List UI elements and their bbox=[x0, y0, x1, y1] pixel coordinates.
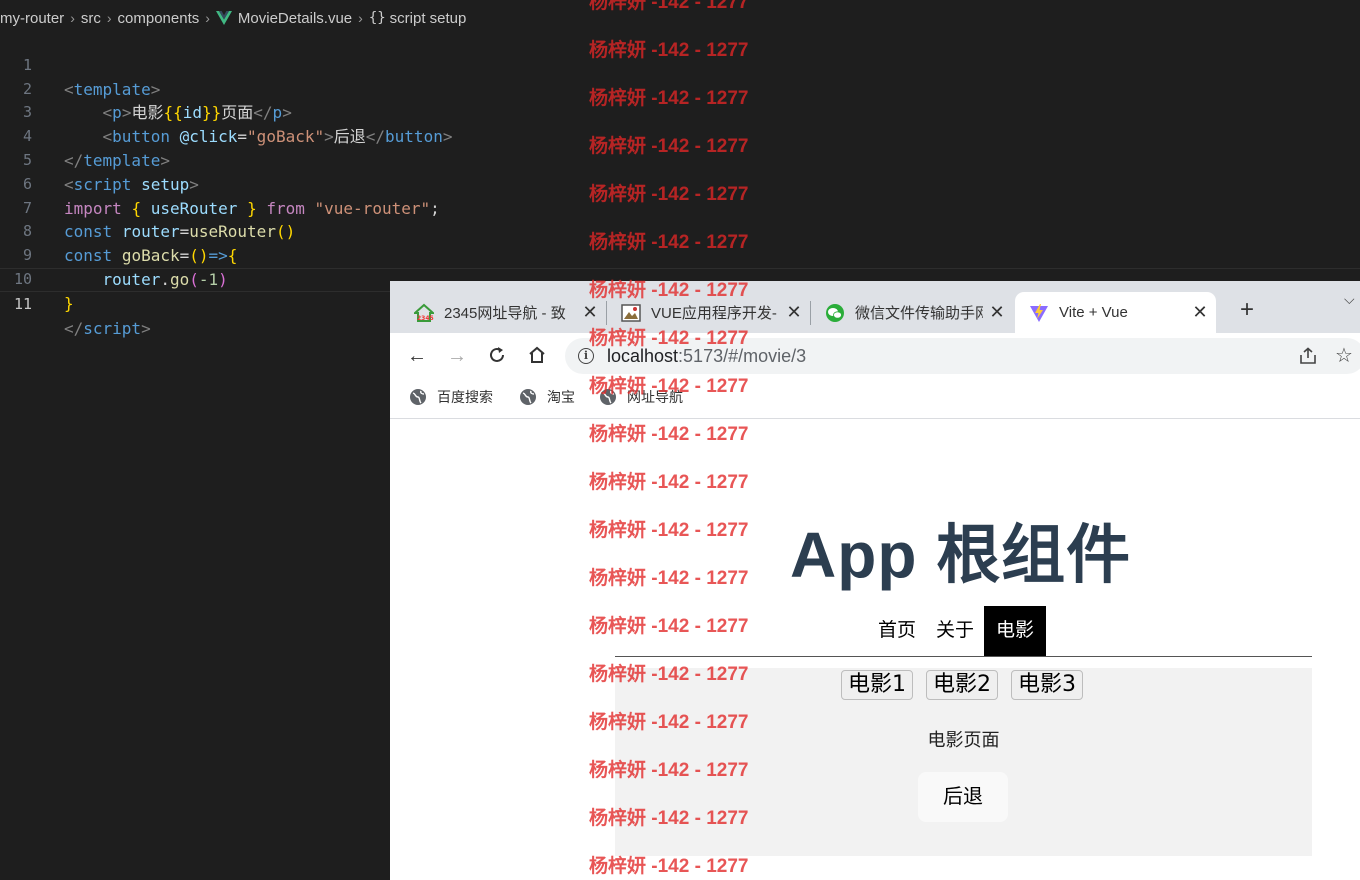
code-line: 4 </template> bbox=[0, 101, 1360, 170]
router-nav: 首页 关于 电影 bbox=[868, 606, 1047, 656]
close-icon[interactable]: ✕ bbox=[989, 303, 1005, 321]
token: > bbox=[141, 318, 151, 338]
chevron-down-icon[interactable]: ⌵ bbox=[1344, 291, 1355, 308]
url-path: :5173/#/movie/3 bbox=[678, 346, 807, 366]
svg-text:2345: 2345 bbox=[417, 315, 434, 322]
home-glyph bbox=[529, 346, 545, 363]
token: } bbox=[64, 293, 74, 313]
movie-1-button[interactable]: 电影1 bbox=[841, 670, 913, 700]
line-text: } bbox=[64, 292, 74, 316]
bookmark-taobao[interactable]: 淘宝 bbox=[519, 387, 575, 407]
globe-icon bbox=[600, 389, 616, 405]
code-line: 3 <button @click="goBack">后退</button> bbox=[0, 78, 1360, 146]
nav-link-home[interactable]: 首页 bbox=[868, 606, 926, 656]
breadcrumb: my-router › src › components › MovieDeta… bbox=[0, 6, 466, 30]
picture-icon bbox=[621, 303, 641, 322]
nav-divider bbox=[615, 656, 1312, 657]
nav-link-movie[interactable]: 电影 bbox=[984, 606, 1047, 656]
line-text: </script> bbox=[64, 317, 151, 341]
chevron-right-icon: › bbox=[205, 10, 210, 26]
code-line: 5 <script setup> bbox=[0, 125, 1360, 194]
back-arrow-icon[interactable]: ← bbox=[406, 345, 428, 367]
close-icon[interactable]: ✕ bbox=[582, 303, 598, 321]
reload-glyph bbox=[490, 347, 504, 362]
forward-arrow-icon[interactable]: → bbox=[446, 345, 468, 367]
globe-icon bbox=[520, 389, 536, 405]
share-icon[interactable] bbox=[1298, 347, 1318, 365]
new-tab-button[interactable]: + bbox=[1236, 298, 1258, 322]
home-icon[interactable] bbox=[526, 345, 548, 367]
close-icon[interactable]: ✕ bbox=[1192, 303, 1208, 321]
site-info-icon[interactable]: i bbox=[578, 348, 594, 364]
bookmark-label: 淘宝 bbox=[547, 389, 575, 405]
code-line: 10 } bbox=[0, 244, 1360, 313]
house-icon: 2345 bbox=[414, 303, 434, 322]
token: </ bbox=[64, 318, 84, 338]
browser-window: 2345 2345网址导航 - 致 ✕ VUE应用程序开发- ✕ 微信文件传输助… bbox=[390, 281, 1360, 880]
breadcrumb-label: MovieDetails.vue bbox=[237, 9, 353, 27]
braces-icon: {} bbox=[368, 10, 386, 26]
vue-file-icon bbox=[215, 11, 232, 25]
url-text[interactable]: localhost:5173/#/movie/3 bbox=[607, 346, 806, 367]
star-icon[interactable]: ☆ bbox=[1335, 343, 1353, 368]
code-line: 1 <template> bbox=[0, 30, 1360, 99]
tab-vue-course[interactable]: VUE应用程序开发- ✕ bbox=[607, 292, 810, 333]
tab-title: Vite + Vue bbox=[1059, 304, 1128, 321]
vite-logo-icon bbox=[1030, 303, 1048, 322]
movie-button-group: 电影1 电影2 电影3 bbox=[841, 670, 1096, 700]
breadcrumb-item-components[interactable]: components bbox=[118, 10, 200, 27]
breadcrumb-item-project[interactable]: my-router bbox=[0, 10, 64, 27]
bookmark-label: 百度搜索 bbox=[437, 389, 493, 405]
tab-title: 2345网址导航 - 致 bbox=[444, 305, 566, 322]
tab-wechat[interactable]: 微信文件传输助手网 ✕ bbox=[811, 292, 1013, 333]
code-line: 8 const goBack=()=>{ bbox=[0, 197, 1360, 265]
web-page: App 根组件 首页 关于 电影 电影1 电影2 电影3 电影页面 后退 bbox=[390, 420, 1360, 880]
code-area[interactable]: 1 <template> 2 <p>电影{{id}}页面</p> 3 <butt… bbox=[0, 30, 1360, 338]
breadcrumb-label: src bbox=[80, 9, 101, 27]
code-line: 9 router.go(-1) bbox=[0, 220, 1360, 289]
tab-title: 微信文件传输助手网 bbox=[855, 305, 983, 322]
movie-page-text: 电影页面 bbox=[927, 730, 1000, 750]
tab-strip: 2345 2345网址导航 - 致 ✕ VUE应用程序开发- ✕ 微信文件传输助… bbox=[390, 281, 1360, 333]
bookmark-nav[interactable]: 网址导航 bbox=[599, 387, 683, 407]
reload-icon[interactable] bbox=[486, 345, 508, 367]
address-bar[interactable]: i localhost:5173/#/movie/3 ☆ bbox=[565, 338, 1360, 374]
chevron-right-icon: › bbox=[70, 10, 75, 26]
breadcrumb-item-src[interactable]: src bbox=[81, 10, 101, 27]
page-title: App 根组件 bbox=[790, 519, 1132, 591]
breadcrumb-label: script setup bbox=[389, 9, 467, 27]
movie-3-button[interactable]: 电影3 bbox=[1011, 670, 1083, 700]
breadcrumb-item-file[interactable]: MovieDetails.vue bbox=[215, 9, 353, 27]
bookmark-label: 网址导航 bbox=[627, 389, 683, 405]
code-line: 2 <p>电影{{id}}页面</p> bbox=[0, 54, 1360, 123]
movie-2-button[interactable]: 电影2 bbox=[926, 670, 998, 700]
chevron-right-icon: › bbox=[106, 10, 112, 26]
code-line: 7 const router=useRouter() bbox=[0, 173, 1360, 242]
breadcrumb-item-symbol[interactable]: {} script setup bbox=[369, 10, 467, 27]
code-line: 6 import { useRouter } from "vue-router"… bbox=[0, 149, 1360, 218]
wechat-icon bbox=[826, 303, 844, 322]
tab-title: VUE应用程序开发- bbox=[651, 305, 777, 322]
nav-link-about[interactable]: 关于 bbox=[926, 606, 984, 656]
line-number: 11 bbox=[13, 294, 32, 313]
bookmarks-bar: 百度搜索 淘宝 网址导航 bbox=[390, 379, 1360, 419]
breadcrumb-label: my-router bbox=[0, 9, 65, 27]
token: script bbox=[83, 318, 142, 338]
movie-panel: 电影1 电影2 电影3 电影页面 后退 bbox=[615, 668, 1312, 856]
url-host: localhost bbox=[607, 346, 679, 366]
back-button[interactable]: 后退 bbox=[918, 772, 1008, 822]
chevron-right-icon: › bbox=[358, 10, 363, 26]
bookmark-baidu[interactable]: 百度搜索 bbox=[409, 387, 493, 407]
tab-vite-vue[interactable]: Vite + Vue ✕ bbox=[1015, 292, 1216, 333]
breadcrumb-label: components bbox=[117, 9, 200, 27]
close-icon[interactable]: ✕ bbox=[786, 303, 802, 321]
tab-2345[interactable]: 2345 2345网址导航 - 致 ✕ bbox=[390, 292, 606, 333]
browser-toolbar: ← → i localhost:5173/#/movie/3 ☆ bbox=[390, 333, 1360, 379]
globe-icon bbox=[410, 389, 426, 405]
